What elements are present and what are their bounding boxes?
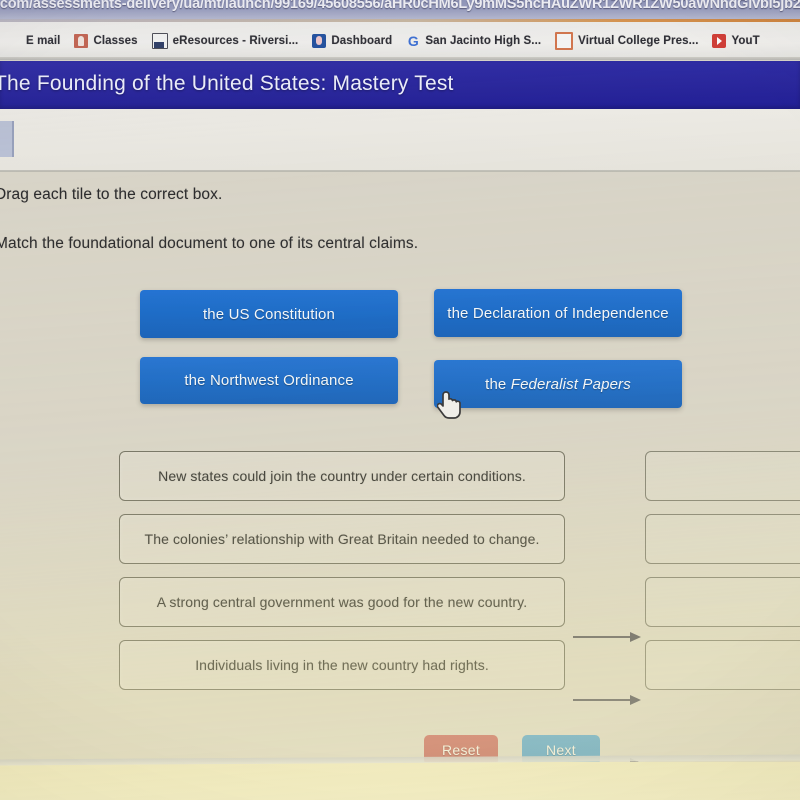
bookmark-label: Virtual College Pres... [578, 35, 699, 47]
bookmark-label: Classes [93, 35, 138, 47]
tile-label: the Northwest Ordinance [184, 372, 354, 389]
eresources-icon [151, 33, 168, 49]
bookmark-label: YouT [731, 35, 760, 47]
app-header: The Founding of the United States: Maste… [0, 61, 800, 109]
virtual-college-icon [555, 32, 574, 50]
google-icon: G [407, 33, 419, 49]
app-subbar [0, 109, 800, 171]
bookmark-email[interactable]: E mail [0, 30, 67, 52]
drop-zone[interactable] [645, 514, 800, 564]
claim-box: Individuals living in the new country ha… [119, 640, 565, 690]
screenshot-root: .com/assessments-delivery/ua/mt/launch/9… [0, 0, 800, 800]
dashboard-icon [312, 34, 327, 48]
youtube-icon [712, 34, 727, 48]
tile-label: the Federalist Papers [485, 375, 631, 393]
drag-tile-federalist-papers[interactable]: the Federalist Papers [434, 360, 682, 408]
claim-box: The colonies’ relationship with Great Br… [119, 514, 565, 564]
bookmark-youtube[interactable]: YouT [705, 30, 766, 52]
drop-zone[interactable] [645, 640, 800, 690]
claim-text: A strong central government was good for… [156, 594, 528, 610]
url-text: .com/assessments-delivery/ua/mt/launch/9… [0, 0, 800, 12]
bookmark-classes[interactable]: Classes [67, 30, 144, 52]
claim-text: New states could join the country under … [158, 468, 526, 484]
claim-text: Individuals living in the new country ha… [195, 657, 489, 673]
instruction-line-1: Drag each tile to the correct box. [0, 186, 223, 203]
tile-label: the Declaration of Independence [447, 304, 669, 322]
claim-box: A strong central government was good for… [119, 577, 565, 627]
pointing-hand-cursor [436, 390, 463, 427]
arrow-right-icon [573, 630, 643, 644]
claim-text: The colonies’ relationship with Great Br… [144, 531, 540, 547]
instruction-line-2: Match the foundational document to one o… [0, 235, 419, 252]
bookmarks-bar: E mail Classes eResources - Riversi... D… [0, 22, 800, 60]
drag-tile-declaration-of-independence[interactable]: the Declaration of Independence [434, 289, 682, 337]
tile-label: the US Constitution [202, 305, 336, 323]
bookmark-san-jacinto-high[interactable]: G San Jacinto High S... [399, 30, 548, 52]
question-content: Drag each tile to the correct box. Match… [0, 172, 800, 800]
bookmark-label: E mail [26, 35, 61, 47]
bookmark-label: San Jacinto High S... [425, 35, 542, 47]
drag-tile-us-constitution[interactable]: the US Constitution [140, 290, 398, 338]
drop-zone[interactable] [645, 577, 800, 627]
drag-tile-northwest-ordinance[interactable]: the Northwest Ordinance [140, 357, 398, 404]
bookmark-virtual-college[interactable]: Virtual College Pres... [548, 30, 705, 52]
claim-box: New states could join the country under … [119, 451, 565, 501]
arrow-right-icon [573, 693, 643, 707]
bookmark-dashboard[interactable]: Dashboard [305, 30, 399, 52]
bookmark-eresources[interactable]: eResources - Riversi... [145, 30, 306, 52]
page-title: The Founding of the United States: Maste… [0, 72, 454, 95]
bookmark-label: eResources - Riversi... [172, 35, 299, 47]
screen-bottom-bezel [0, 762, 800, 800]
drop-zone[interactable] [645, 451, 800, 501]
subbar-left-chip[interactable] [0, 121, 14, 157]
classes-icon [74, 34, 89, 48]
browser-url-bar[interactable]: .com/assessments-delivery/ua/mt/launch/9… [0, 0, 800, 20]
mail-icon [7, 34, 21, 48]
bookmark-label: Dashboard [331, 35, 393, 47]
